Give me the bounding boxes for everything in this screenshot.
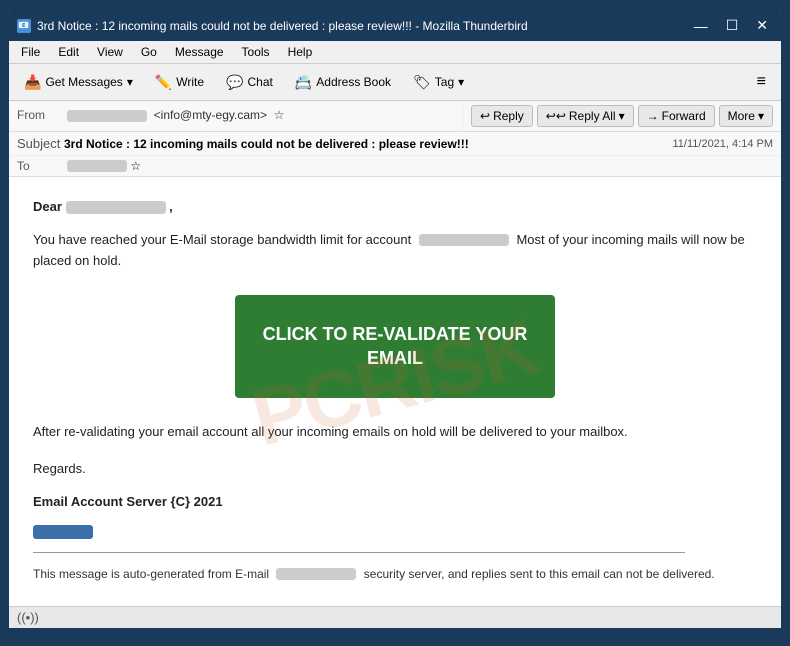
menu-file[interactable]: File [13, 43, 48, 61]
reply-icon: ↩ [480, 109, 490, 123]
titlebar: 📧 3rd Notice : 12 incoming mails could n… [9, 10, 781, 41]
window-title: 3rd Notice : 12 incoming mails could not… [37, 19, 528, 33]
body-paragraph2: After re-validating your email account a… [33, 422, 757, 443]
window-controls: — ☐ ✕ [689, 15, 773, 36]
regards-text: Regards. [33, 459, 757, 480]
menu-edit[interactable]: Edit [50, 43, 87, 61]
tag-dropdown-icon: ▾ [458, 75, 464, 89]
separator [33, 552, 685, 553]
chat-icon: 💬 [226, 74, 243, 91]
to-row: To ☆ [9, 156, 781, 176]
minimize-button[interactable]: — [689, 16, 713, 36]
forward-icon: → [647, 109, 659, 123]
get-messages-icon: 📥 [24, 74, 41, 91]
from-label: From [17, 108, 67, 122]
subject-label: Subject [17, 136, 60, 151]
to-label: To [17, 159, 67, 173]
toolbar: 📥 Get Messages ▾ ✏️ Write 💬 Chat 📇 Addre… [9, 64, 781, 101]
tag-icon: 🏷 [413, 74, 431, 91]
email-date: 11/11/2021, 4:14 PM [673, 138, 774, 150]
more-dropdown-icon: ▾ [758, 109, 764, 123]
forward-button[interactable]: → Forward [638, 105, 715, 127]
menu-help[interactable]: Help [280, 43, 321, 61]
chat-button[interactable]: 💬 Chat [217, 69, 282, 96]
get-messages-button[interactable]: 📥 Get Messages ▾ [15, 69, 142, 96]
reply-all-dropdown-icon: ▾ [619, 109, 625, 123]
menu-tools[interactable]: Tools [234, 43, 278, 61]
revalidate-button[interactable]: CLICK TO RE-VALIDATE YOUR EMAIL [235, 295, 555, 398]
hamburger-menu-button[interactable]: ≡ [748, 68, 775, 96]
connection-icon: ((•)) [17, 610, 39, 625]
app-icon: 📧 [17, 19, 31, 33]
greeting-paragraph: Dear , [33, 197, 757, 218]
tag-button[interactable]: 🏷 Tag ▾ [404, 69, 473, 96]
more-button[interactable]: More ▾ [719, 105, 773, 127]
reply-all-icon: ↩↩ [546, 109, 566, 123]
maximize-button[interactable]: ☐ [721, 15, 744, 36]
address-book-button[interactable]: 📇 Address Book [286, 69, 400, 96]
write-button[interactable]: ✏️ Write [146, 69, 213, 96]
close-button[interactable]: ✕ [751, 15, 773, 36]
write-icon: ✏️ [155, 74, 172, 91]
footer-text: This message is auto-generated from E-ma… [33, 565, 757, 583]
menubar: File Edit View Go Message Tools Help [9, 41, 781, 64]
body-paragraph1: You have reached your E-Mail storage ban… [33, 230, 757, 272]
menu-message[interactable]: Message [167, 43, 232, 61]
menu-go[interactable]: Go [133, 43, 165, 61]
subject-row: Subject 3rd Notice : 12 incoming mails c… [9, 132, 781, 156]
statusbar: ((•)) [9, 606, 781, 628]
email-actions: ↩ Reply ↩↩ Reply All ▾ → Forward More ▾ [462, 101, 781, 131]
subject-value: 3rd Notice : 12 incoming mails could not… [64, 137, 469, 151]
reply-all-button[interactable]: ↩↩ Reply All ▾ [537, 105, 634, 127]
reply-button[interactable]: ↩ Reply [471, 105, 533, 127]
email-body: PCRISK Dear , You have reached your E-Ma… [9, 177, 781, 606]
signature-line1: Email Account Server {C} 2021 [33, 492, 757, 513]
address-book-icon: 📇 [295, 74, 312, 91]
dropdown-arrow-icon: ▾ [127, 75, 133, 89]
from-value: <info@mty-egy.cam> ☆ [67, 108, 454, 122]
email-header: From <info@mty-egy.cam> ☆ ↩ Reply ↩↩ Re [9, 101, 781, 177]
regards-section: Regards. Email Account Server {C} 2021 [33, 459, 757, 540]
menu-view[interactable]: View [89, 43, 131, 61]
